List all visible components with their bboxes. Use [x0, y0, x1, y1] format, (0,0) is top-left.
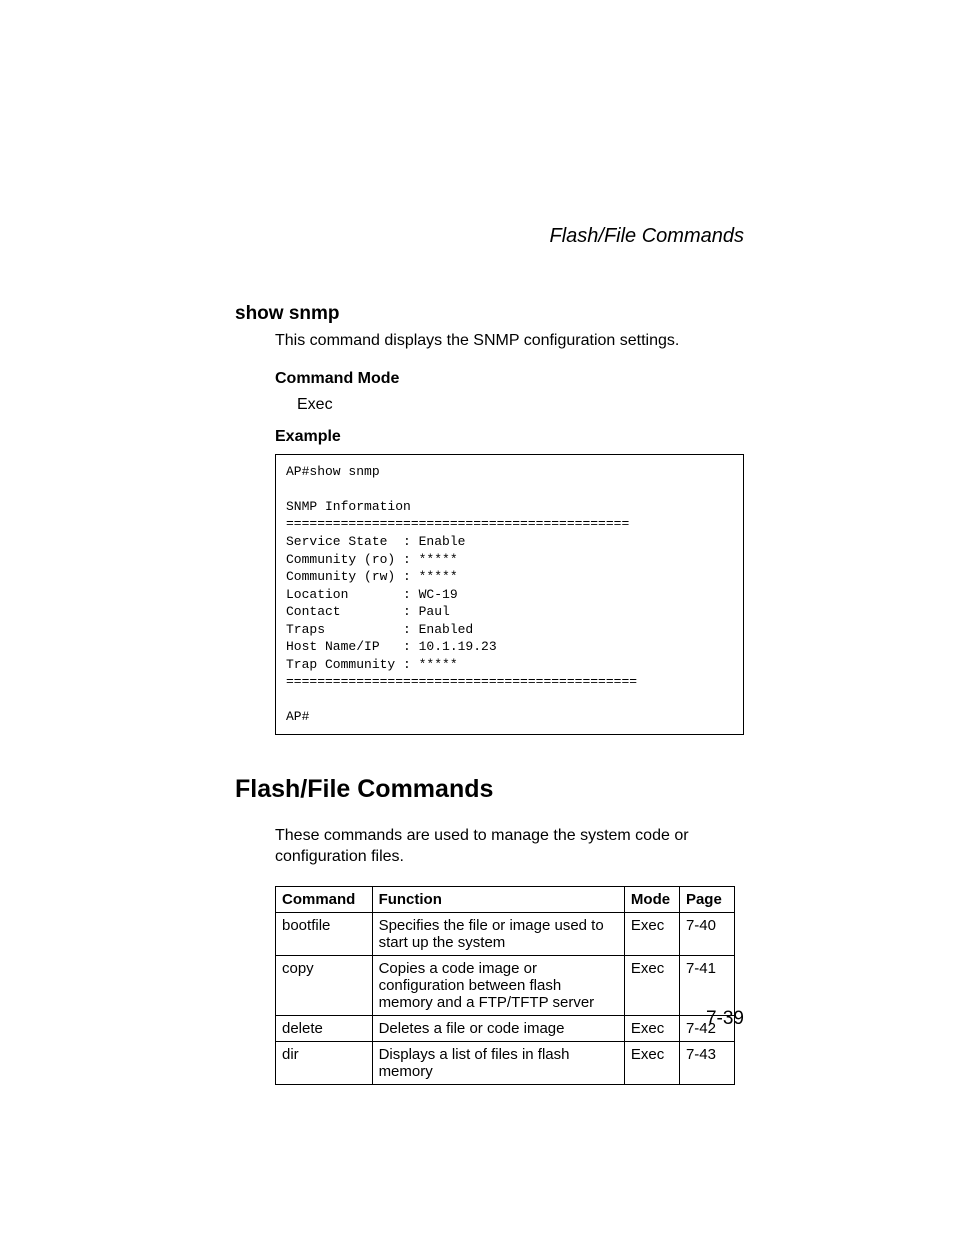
commands-table: Command Function Mode Page bootfile Spec…: [275, 886, 735, 1085]
cell-function: Copies a code image or configuration bet…: [372, 955, 624, 1015]
table-header-row: Command Function Mode Page: [276, 886, 735, 912]
cell-page: 7-43: [679, 1041, 734, 1084]
cell-page: 7-41: [679, 955, 734, 1015]
table-row: copy Copies a code image or configuratio…: [276, 955, 735, 1015]
table-row: bootfile Specifies the file or image use…: [276, 912, 735, 955]
table-row: delete Deletes a file or code image Exec…: [276, 1015, 735, 1041]
cell-page: 7-40: [679, 912, 734, 955]
page-number: 7-39: [706, 1008, 744, 1030]
cell-command: delete: [276, 1015, 373, 1041]
section2-description: These commands are used to manage the sy…: [275, 826, 744, 868]
cell-mode: Exec: [624, 1015, 679, 1041]
cell-command: copy: [276, 955, 373, 1015]
cell-function: Specifies the file or image used to star…: [372, 912, 624, 955]
table-row: dir Displays a list of files in flash me…: [276, 1041, 735, 1084]
running-header: Flash/File Commands: [235, 225, 744, 248]
section-description: This command displays the SNMP configura…: [275, 331, 744, 352]
th-command: Command: [276, 886, 373, 912]
main-heading-flash-file: Flash/File Commands: [235, 775, 744, 804]
example-code-block: AP#show snmp SNMP Information ==========…: [275, 454, 744, 735]
th-page: Page: [679, 886, 734, 912]
section-heading-show-snmp: show snmp: [235, 303, 744, 325]
th-function: Function: [372, 886, 624, 912]
th-mode: Mode: [624, 886, 679, 912]
cell-function: Deletes a file or code image: [372, 1015, 624, 1041]
cell-command: bootfile: [276, 912, 373, 955]
cell-mode: Exec: [624, 1041, 679, 1084]
cell-mode: Exec: [624, 955, 679, 1015]
cell-function: Displays a list of files in flash memory: [372, 1041, 624, 1084]
example-label: Example: [275, 428, 744, 446]
command-mode-value: Exec: [297, 396, 744, 414]
cell-mode: Exec: [624, 912, 679, 955]
command-mode-label: Command Mode: [275, 370, 744, 388]
cell-command: dir: [276, 1041, 373, 1084]
